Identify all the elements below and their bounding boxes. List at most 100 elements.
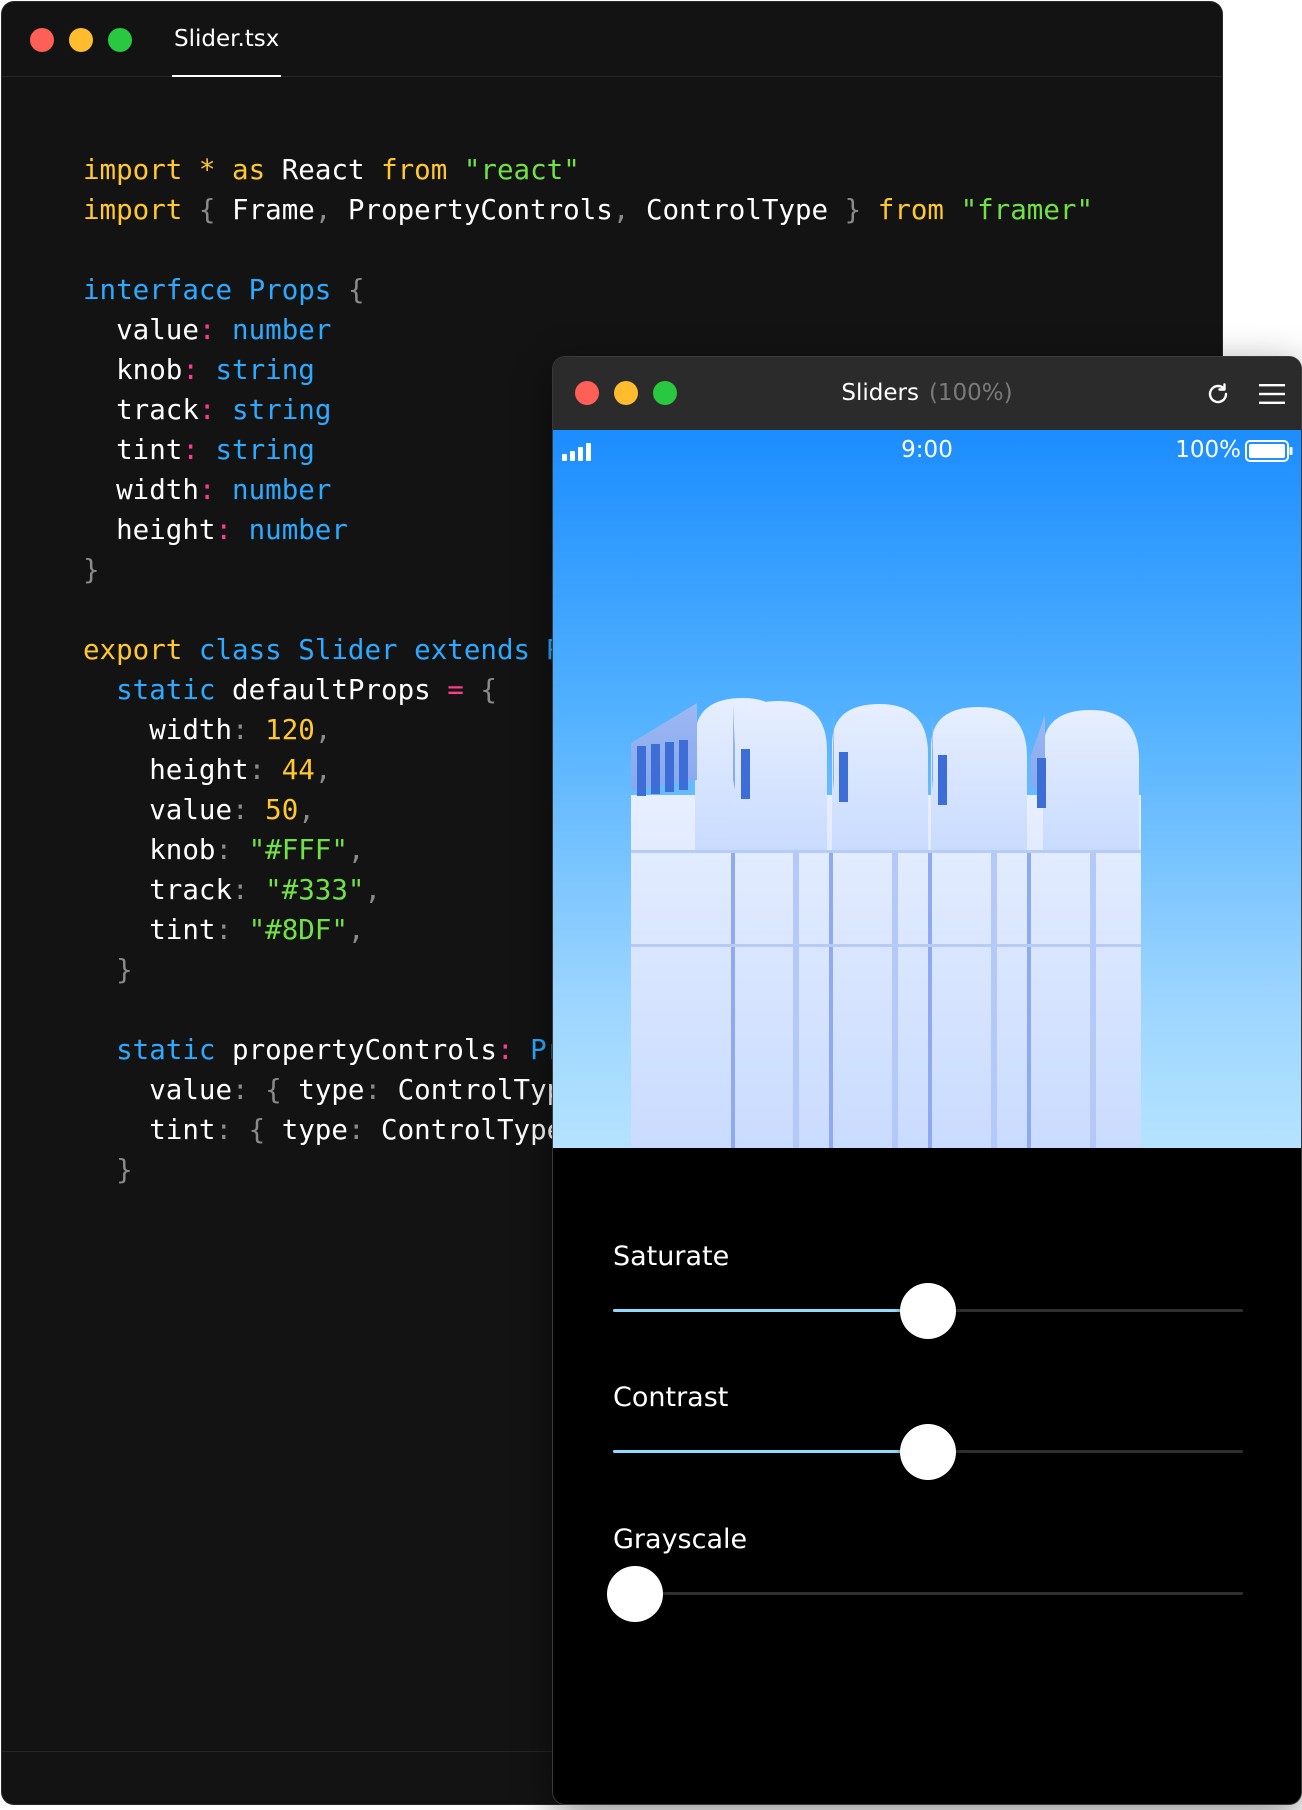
code-token: : xyxy=(232,874,249,906)
code-token: } xyxy=(83,554,100,586)
code-token: = xyxy=(447,674,464,706)
status-bar: 9:00 100% xyxy=(553,430,1301,470)
slider-knob[interactable] xyxy=(607,1566,663,1622)
tower-window-band xyxy=(833,709,834,790)
code-token: number xyxy=(248,514,348,546)
code-token: : xyxy=(198,314,216,346)
tower-window xyxy=(741,749,750,799)
code-token: Slider xyxy=(298,634,398,666)
code-token: } xyxy=(844,194,862,226)
refresh-icon[interactable] xyxy=(1203,379,1233,409)
code-token: from xyxy=(381,154,448,186)
code-line: value: number xyxy=(83,310,1093,350)
code-token: 50 xyxy=(265,794,299,826)
code-line: import * as React from "react" xyxy=(83,150,1093,190)
tower-cap xyxy=(1043,710,1139,850)
code-token: export xyxy=(83,634,183,666)
slider-fill xyxy=(613,1450,928,1453)
code-token: , xyxy=(314,194,332,226)
editor-titlebar: Slider.tsx xyxy=(2,2,1222,77)
menu-icon[interactable] xyxy=(1257,379,1287,409)
code-token: Props xyxy=(248,274,332,306)
code-token: : xyxy=(215,834,233,866)
code-token: track xyxy=(83,394,199,426)
code-token: import xyxy=(83,154,183,186)
tower-window xyxy=(839,752,848,802)
code-token: : xyxy=(364,1074,382,1106)
preview-titlebar: Sliders (100%) xyxy=(553,357,1301,430)
slider-label: Grayscale xyxy=(613,1524,748,1555)
code-token: propertyControls xyxy=(215,1034,497,1066)
code-token: extends xyxy=(414,634,531,666)
slider-label: Contrast xyxy=(613,1382,729,1413)
code-token: { xyxy=(265,1074,282,1106)
battery-icon xyxy=(1245,440,1293,462)
code-token: ControlType xyxy=(364,1114,564,1146)
code-token: number xyxy=(232,314,332,346)
code-token: from xyxy=(877,194,944,226)
slider-knob[interactable] xyxy=(900,1283,956,1339)
code-token: { xyxy=(347,274,365,306)
slider-fill xyxy=(613,1309,928,1312)
slider-track[interactable] xyxy=(613,1283,1243,1339)
tower-window xyxy=(1037,758,1046,808)
building-image xyxy=(631,698,1141,1148)
slider-saturate[interactable]: Saturate xyxy=(613,1240,1243,1360)
code-token: width xyxy=(83,714,233,746)
zoom-level: (100%) xyxy=(928,380,1013,406)
active-tab-indicator xyxy=(172,75,282,77)
code-token: "#333" xyxy=(265,874,365,906)
code-token: : xyxy=(182,354,199,386)
slider-track[interactable] xyxy=(607,1566,1243,1622)
code-token: { xyxy=(480,674,497,706)
preview-window: Sliders (100%) 9:00 100% Saturate Contra… xyxy=(553,357,1301,1804)
tower-window xyxy=(938,755,947,805)
code-token: static xyxy=(116,1034,216,1066)
code-token: width xyxy=(83,474,199,506)
slider-knob[interactable] xyxy=(900,1424,956,1480)
code-line: import { Frame, PropertyControls, Contro… xyxy=(83,190,1093,230)
preview-title-text: Sliders xyxy=(841,380,919,406)
slider-grayscale[interactable]: Grayscale xyxy=(607,1523,1243,1643)
code-token: type xyxy=(265,1114,348,1146)
code-token: : xyxy=(198,394,216,426)
code-token: , xyxy=(364,874,382,906)
minimize-window-button[interactable] xyxy=(69,28,93,52)
close-window-button[interactable] xyxy=(30,28,54,52)
code-token: 44 xyxy=(281,754,315,786)
code-token: value xyxy=(83,1074,233,1106)
code-token: PropertyControls xyxy=(331,194,613,226)
code-token: : xyxy=(182,434,199,466)
slider-contrast[interactable]: Contrast xyxy=(613,1381,1243,1501)
maximize-window-button[interactable] xyxy=(108,28,132,52)
code-token: : xyxy=(232,1074,249,1106)
code-token: "framer" xyxy=(960,194,1094,226)
battery-percent: 100% xyxy=(1175,437,1241,463)
code-token: , xyxy=(298,794,315,826)
code-token: { xyxy=(248,1114,266,1146)
slider-controls: Saturate Contrast Grayscale xyxy=(553,1148,1301,1804)
tab-slider-tsx[interactable]: Slider.tsx xyxy=(172,2,282,77)
slider-track[interactable] xyxy=(613,1424,1243,1480)
code-token: string xyxy=(232,394,332,426)
code-token: tint xyxy=(83,434,183,466)
code-token: : xyxy=(232,714,249,746)
